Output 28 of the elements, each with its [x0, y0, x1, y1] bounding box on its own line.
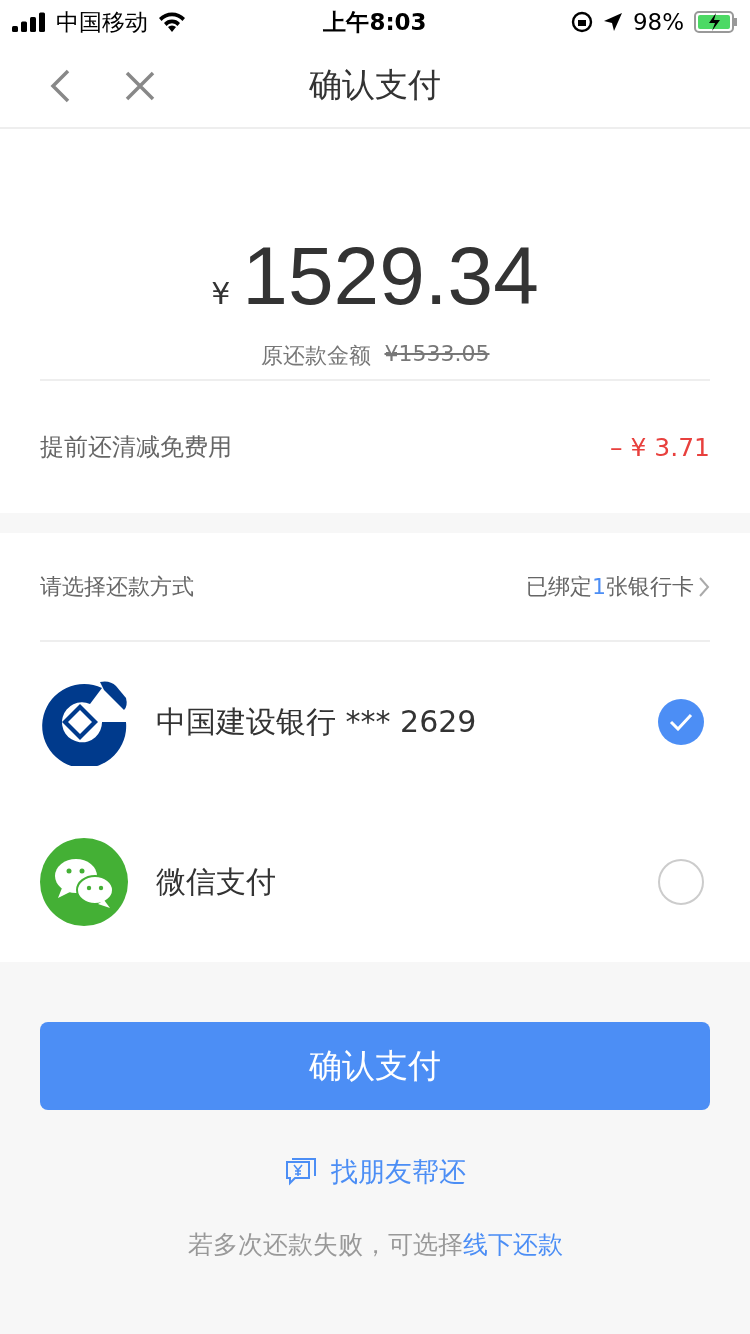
battery-percent: 98%	[632, 9, 684, 35]
radio-button[interactable]	[658, 699, 704, 745]
payment-method-label[interactable]: 中国建设银行 *** 2629	[156, 701, 630, 743]
clock-time: 上午8:03	[323, 7, 427, 37]
wifi-icon	[158, 12, 186, 32]
back-button[interactable]	[48, 67, 72, 104]
payment-method-label[interactable]: 微信支付	[156, 861, 630, 903]
fee-discount: – ¥ 3.71	[610, 432, 710, 462]
chat-bubbles-icon	[40, 838, 128, 926]
chevron-right-icon	[698, 575, 710, 598]
signal-icon	[12, 12, 46, 32]
radio-button[interactable]	[658, 859, 704, 905]
close-button[interactable]	[124, 69, 156, 102]
yen-chat-icon	[284, 1157, 317, 1187]
original-amount: ¥1533.05	[384, 341, 490, 368]
carrier-name: 中国移动	[56, 7, 148, 37]
battery-charging-icon	[694, 11, 738, 33]
original-amount-label: 原还款金额	[260, 342, 371, 370]
fee-label: 提前还清减免费用	[40, 432, 232, 463]
location-arrow-icon	[602, 12, 623, 32]
footer-note: 若多次还款失败，可选择线下还款	[187, 1229, 563, 1261]
payment-method-heading: 请选择还款方式	[40, 572, 194, 601]
payment-amount: 1529.34	[242, 229, 539, 323]
confirm-payment-button[interactable]: 确认支付	[40, 1022, 710, 1110]
bound-cards-link[interactable]: 已绑定1张银行卡	[526, 571, 710, 602]
checkmark-icon	[669, 713, 693, 731]
page-title: 确认支付	[309, 64, 441, 106]
currency-symbol: ¥	[211, 276, 231, 311]
